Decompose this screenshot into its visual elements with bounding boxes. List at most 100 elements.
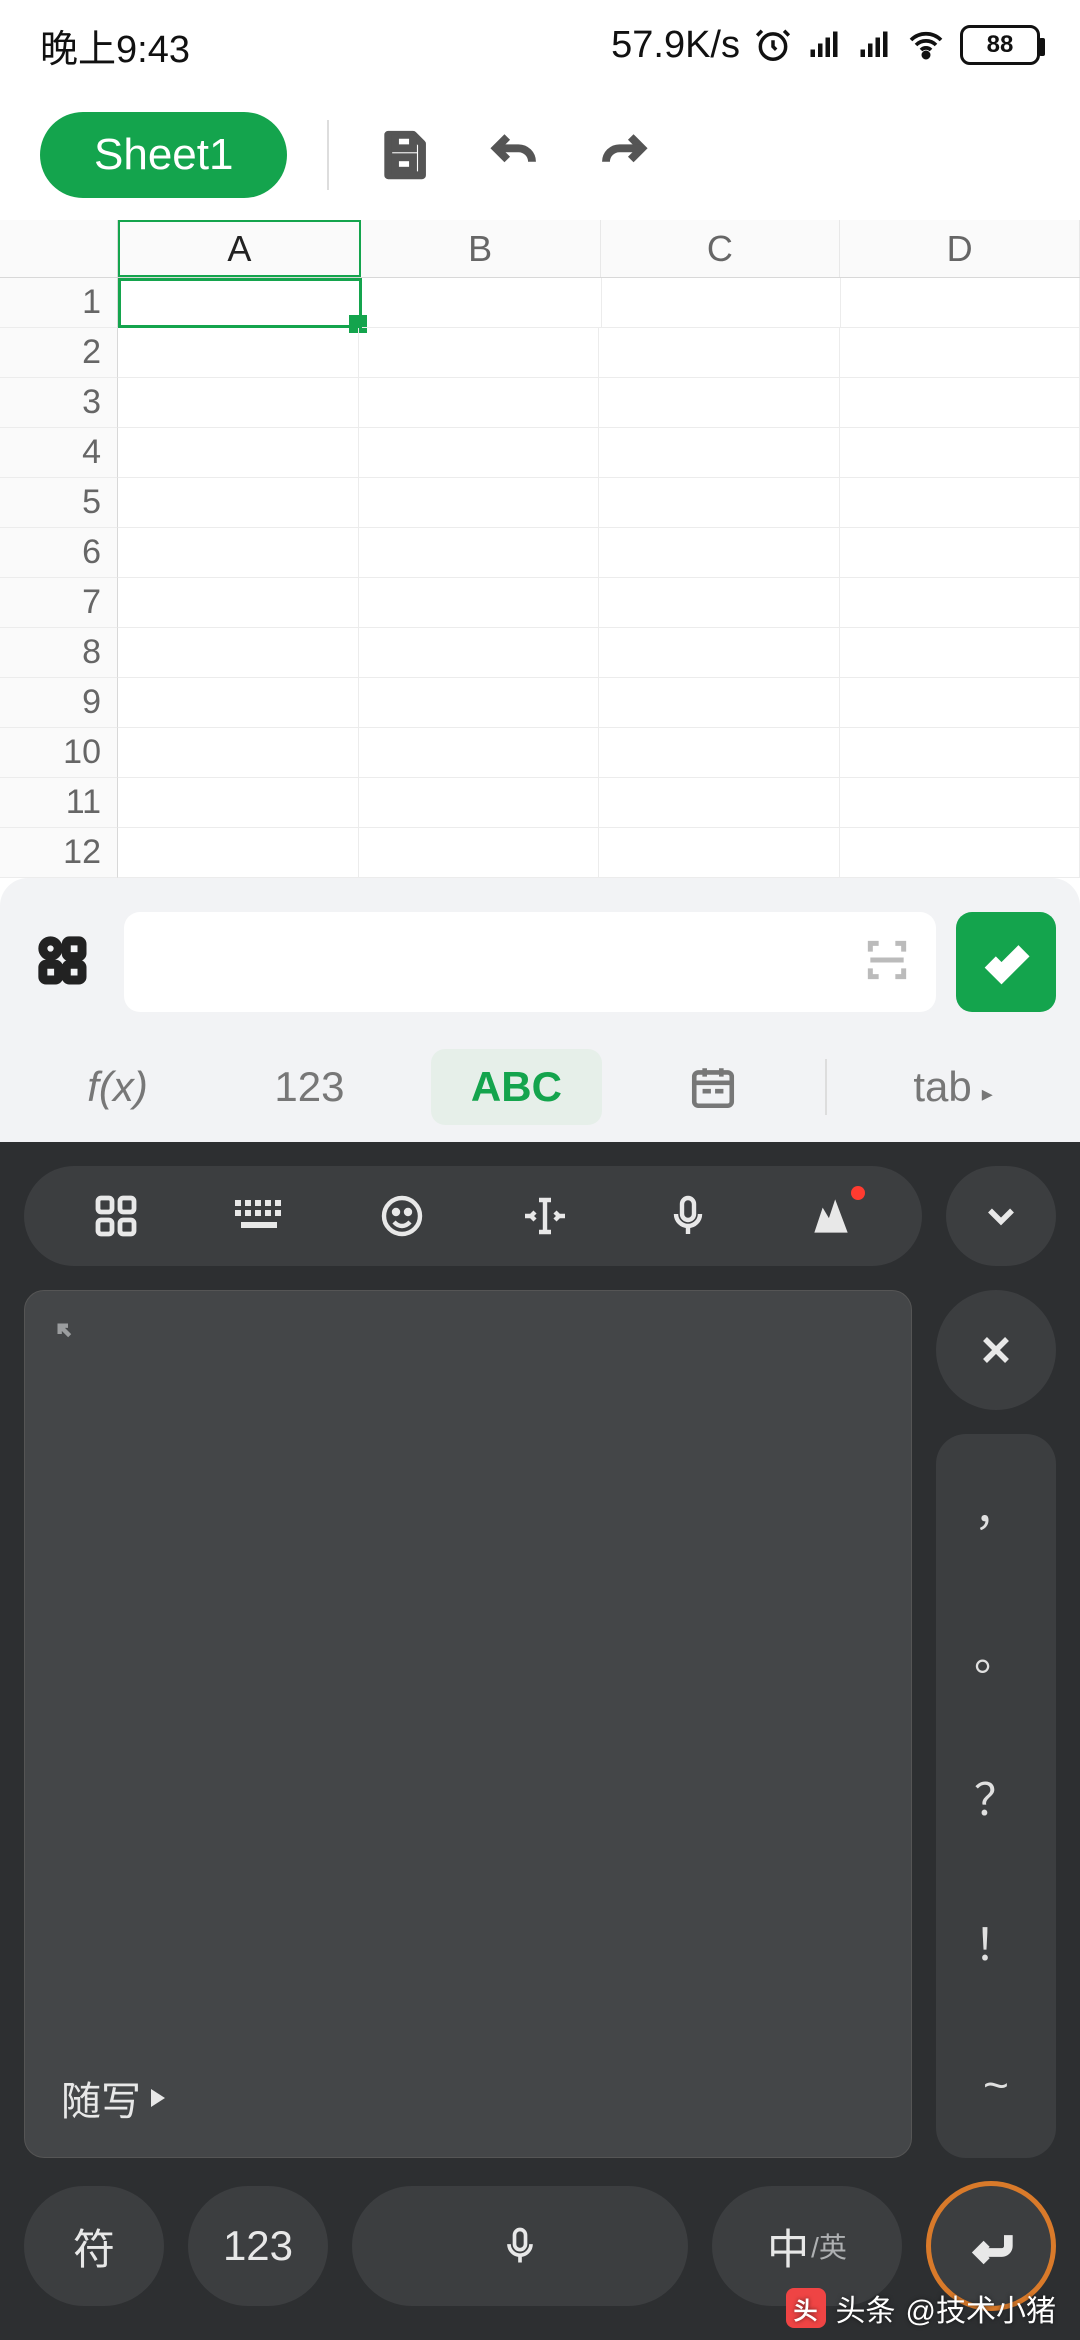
- column-header-A[interactable]: A: [118, 220, 361, 277]
- expand-icon[interactable]: [53, 1319, 93, 1364]
- ime-theme-icon[interactable]: [803, 1188, 859, 1244]
- save-icon[interactable]: [369, 120, 439, 190]
- undo-icon[interactable]: [479, 120, 549, 190]
- formula-input[interactable]: [124, 912, 936, 1012]
- sheet-tab[interactable]: Sheet1: [40, 112, 287, 198]
- ime-mic-icon[interactable]: [660, 1188, 716, 1244]
- cell[interactable]: [840, 428, 1080, 478]
- column-header-B[interactable]: B: [361, 220, 601, 277]
- cell[interactable]: [118, 678, 359, 728]
- cell[interactable]: [599, 378, 840, 428]
- row-header[interactable]: 8: [0, 628, 118, 678]
- row-header[interactable]: 1: [0, 278, 118, 328]
- cell[interactable]: [840, 778, 1080, 828]
- confirm-button[interactable]: [956, 912, 1056, 1012]
- cell[interactable]: [359, 578, 600, 628]
- punct-key[interactable]: ~: [936, 2013, 1056, 2158]
- row-header[interactable]: 5: [0, 478, 118, 528]
- ime-emoji-icon[interactable]: [374, 1188, 430, 1244]
- cell[interactable]: [599, 328, 840, 378]
- cell[interactable]: [359, 628, 600, 678]
- row-header[interactable]: 3: [0, 378, 118, 428]
- cell[interactable]: [599, 728, 840, 778]
- punct-key[interactable]: ！: [936, 1868, 1056, 2013]
- ime-collapse-button[interactable]: [946, 1166, 1056, 1266]
- cell[interactable]: [359, 828, 600, 878]
- cell[interactable]: [359, 328, 600, 378]
- cell[interactable]: [359, 778, 600, 828]
- mode-abc[interactable]: ABC: [431, 1049, 602, 1125]
- mode-tab[interactable]: tab▸: [873, 1049, 1032, 1125]
- cell[interactable]: [840, 828, 1080, 878]
- cell[interactable]: [602, 278, 841, 328]
- separator: [825, 1059, 827, 1115]
- cell[interactable]: [840, 628, 1080, 678]
- row-header[interactable]: 6: [0, 528, 118, 578]
- ime-cursor-icon[interactable]: [517, 1188, 573, 1244]
- cell[interactable]: [118, 378, 359, 428]
- punct-key[interactable]: ，: [936, 1434, 1056, 1579]
- cell[interactable]: [359, 678, 600, 728]
- cell[interactable]: [362, 278, 601, 328]
- cell[interactable]: [359, 728, 600, 778]
- handwriting-area[interactable]: 随写: [24, 1290, 912, 2158]
- cell[interactable]: [118, 328, 359, 378]
- cell[interactable]: [599, 578, 840, 628]
- row-header[interactable]: 7: [0, 578, 118, 628]
- apps-icon[interactable]: [24, 922, 104, 1002]
- cell[interactable]: [118, 528, 359, 578]
- cell[interactable]: [599, 528, 840, 578]
- cell[interactable]: [840, 478, 1080, 528]
- column-header-C[interactable]: C: [601, 220, 841, 277]
- mode-fx[interactable]: f(x): [47, 1049, 188, 1125]
- cell[interactable]: [840, 328, 1080, 378]
- spreadsheet[interactable]: A B C D 1 2 3 4 5 6 7 8 9 10 11 12: [0, 220, 1080, 878]
- cell[interactable]: [118, 578, 359, 628]
- cell[interactable]: [599, 628, 840, 678]
- cell[interactable]: [118, 628, 359, 678]
- ime-backspace-button[interactable]: [936, 1290, 1056, 1410]
- cell[interactable]: [840, 528, 1080, 578]
- cell[interactable]: [599, 678, 840, 728]
- punct-key[interactable]: 。: [936, 1579, 1056, 1724]
- toolbar: Sheet1: [0, 90, 1080, 220]
- select-all-corner[interactable]: [0, 220, 118, 277]
- cell[interactable]: [118, 728, 359, 778]
- cell[interactable]: [840, 728, 1080, 778]
- row-header[interactable]: 11: [0, 778, 118, 828]
- cell[interactable]: [599, 778, 840, 828]
- mode-date-icon[interactable]: [648, 1048, 778, 1126]
- row-header[interactable]: 12: [0, 828, 118, 878]
- cell[interactable]: [118, 428, 359, 478]
- ime-keyboard-icon[interactable]: [231, 1188, 287, 1244]
- row-header[interactable]: 4: [0, 428, 118, 478]
- row-header[interactable]: 10: [0, 728, 118, 778]
- cell-A1[interactable]: [118, 278, 362, 328]
- space-key[interactable]: [352, 2186, 688, 2306]
- redo-icon[interactable]: [589, 120, 659, 190]
- cell[interactable]: [840, 378, 1080, 428]
- cell[interactable]: [840, 578, 1080, 628]
- cell[interactable]: [841, 278, 1080, 328]
- scan-icon[interactable]: [862, 935, 912, 990]
- cell[interactable]: [359, 428, 600, 478]
- cell[interactable]: [118, 478, 359, 528]
- cell[interactable]: [118, 778, 359, 828]
- cell[interactable]: [359, 378, 600, 428]
- symbol-key[interactable]: 符: [24, 2186, 164, 2306]
- column-header-D[interactable]: D: [840, 220, 1080, 277]
- cell[interactable]: [599, 828, 840, 878]
- cell[interactable]: [359, 478, 600, 528]
- numeric-key[interactable]: 123: [188, 2186, 328, 2306]
- cell[interactable]: [359, 528, 600, 578]
- row-header[interactable]: 2: [0, 328, 118, 378]
- mode-123[interactable]: 123: [234, 1049, 384, 1125]
- cell[interactable]: [599, 478, 840, 528]
- row-header[interactable]: 9: [0, 678, 118, 728]
- cell[interactable]: [840, 678, 1080, 728]
- cell[interactable]: [118, 828, 359, 878]
- punct-key[interactable]: ？: [936, 1724, 1056, 1869]
- ime-apps-icon[interactable]: [88, 1188, 144, 1244]
- handwriting-mode-label[interactable]: 随写: [61, 2069, 165, 2127]
- cell[interactable]: [599, 428, 840, 478]
